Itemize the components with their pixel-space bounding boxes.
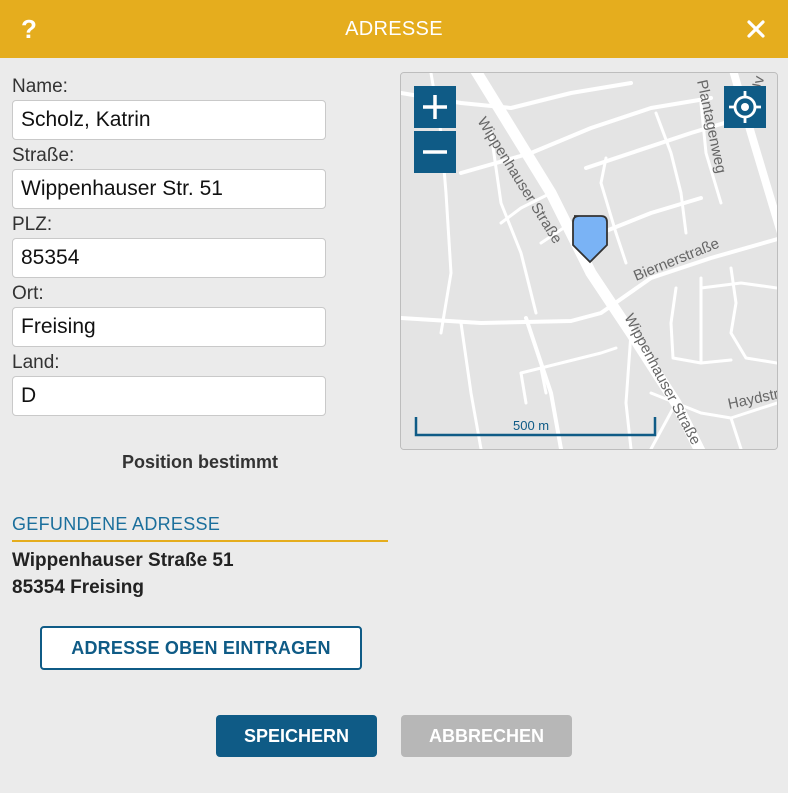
plus-icon xyxy=(423,95,447,119)
minus-icon xyxy=(423,150,447,154)
city-label: Ort: xyxy=(12,283,44,304)
street-label: Straße: xyxy=(12,145,75,166)
map-tiles: Wippenhauser Straße Wippenhauser Straße … xyxy=(401,73,777,449)
save-button[interactable]: SPEICHERN xyxy=(216,715,377,757)
city-field[interactable] xyxy=(12,307,326,347)
close-icon xyxy=(747,20,765,38)
found-address-line2: 85354 Freising xyxy=(12,577,145,598)
zip-label: PLZ: xyxy=(12,214,53,235)
zip-field[interactable] xyxy=(12,238,326,278)
map-view[interactable]: Wippenhauser Straße Wippenhauser Straße … xyxy=(400,72,778,450)
crosshair-icon xyxy=(729,91,761,123)
street-field[interactable] xyxy=(12,169,326,209)
dialog-titlebar: ? ADRESSE xyxy=(0,0,788,58)
apply-address-button[interactable]: ADRESSE OBEN EINTRAGEN xyxy=(40,626,362,670)
country-label: Land: xyxy=(12,352,60,373)
locate-button[interactable] xyxy=(724,86,766,128)
cancel-button[interactable]: ABBRECHEN xyxy=(401,715,572,757)
dialog-title: ADRESSE xyxy=(345,18,443,40)
zoom-in-button[interactable] xyxy=(414,86,456,128)
close-button[interactable] xyxy=(742,15,770,43)
scale-label: 500 m xyxy=(513,418,549,433)
found-address-line1: Wippenhauser Straße 51 xyxy=(12,550,234,571)
name-label: Name: xyxy=(12,76,68,97)
country-field[interactable] xyxy=(12,376,326,416)
zoom-out-button[interactable] xyxy=(414,131,456,173)
name-field[interactable] xyxy=(12,100,326,140)
found-address-heading: GEFUNDENE ADRESSE xyxy=(12,514,388,542)
position-status: Position bestimmt xyxy=(121,452,278,472)
